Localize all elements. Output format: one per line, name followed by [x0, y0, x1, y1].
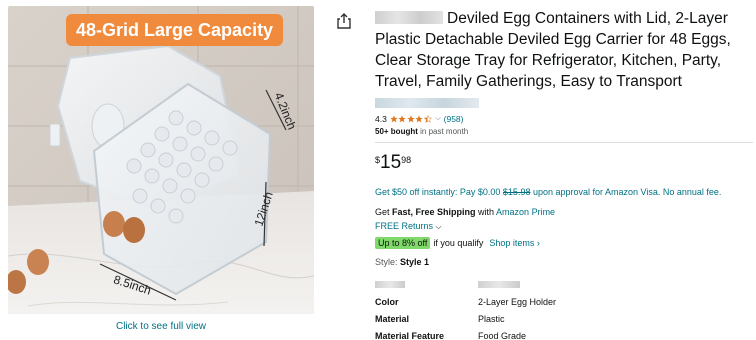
star-icon: [415, 114, 424, 122]
store-link-redacted[interactable]: [375, 98, 479, 108]
star-icon: [390, 114, 398, 122]
rating-value: 4.3: [375, 113, 387, 124]
style-label: Style:: [375, 257, 401, 267]
bought-period: in past month: [417, 127, 469, 136]
shipping-info: Get Fast, Free Shipping with Amazon Prim…: [375, 207, 753, 217]
amazon-prime-link[interactable]: Amazon Prime: [496, 207, 555, 217]
chevron-down-icon[interactable]: ⌵: [435, 115, 440, 123]
shop-items-link[interactable]: Shop items ›: [489, 238, 540, 248]
shipping-mid: with: [475, 207, 497, 217]
shipping-prefix: Get: [375, 207, 393, 217]
price: $ 15 98: [375, 153, 753, 175]
spec-value: 2-Layer Egg Holder: [478, 296, 557, 307]
star-icon: [398, 114, 407, 122]
visa-offer-strike-price: $15.98: [502, 187, 531, 197]
product-specs: Color 2-Layer Egg Holder Material Plasti…: [375, 276, 753, 340]
spec-value: Plastic: [478, 313, 505, 324]
rating-row: 4.3 ⌵ (958): [375, 112, 753, 125]
product-image[interactable]: 48-Grid Large Capacity 8.5inch 12inch 4.…: [8, 6, 314, 314]
product-title: Deviled Egg Containers with Lid, 2-Layer…: [375, 8, 753, 92]
capacity-banner: 48-Grid Large Capacity: [66, 14, 284, 46]
spec-key: Material Feature: [375, 330, 445, 340]
star-rating[interactable]: [390, 114, 433, 123]
spec-row: Color 2-Layer Egg Holder: [375, 293, 753, 310]
spec-key-redacted: [375, 280, 478, 290]
chevron-down-icon: ⌵: [435, 222, 442, 231]
spec-key: Material: [375, 313, 410, 324]
spec-key: Color: [375, 296, 399, 307]
discount-badge: Up to 8% off: [375, 237, 431, 249]
star-icon: [407, 114, 415, 122]
free-returns-label: FREE Returns: [375, 221, 434, 231]
spec-row: Material Plastic: [375, 310, 753, 327]
free-returns-link[interactable]: FREE Returns ⌵: [375, 221, 753, 232]
style-selector: Style: Style 1: [375, 257, 753, 267]
half-star-icon: [423, 114, 432, 123]
spec-row-redacted: [375, 276, 753, 293]
product-details: Deviled Egg Containers with Lid, 2-Layer…: [375, 8, 753, 340]
review-count-link[interactable]: (958): [444, 114, 464, 124]
full-view-link[interactable]: Click to see full view: [8, 321, 314, 332]
visa-offer-prefix: Get $50 off instantly: Pay $0.00: [375, 187, 503, 197]
bought-in-past-month: 50+ bought in past month: [375, 127, 753, 136]
spec-value: Food Grade: [478, 330, 527, 340]
price-whole: 15: [380, 152, 402, 173]
brand-name-redacted: [375, 11, 443, 24]
bought-count: 50+ bought: [375, 127, 418, 136]
promo-row: Up to 8% off if you qualify Shop items ›: [375, 237, 753, 249]
price-fraction: 98: [401, 155, 412, 165]
share-icon[interactable]: [336, 12, 352, 30]
visa-offer-link[interactable]: Get $50 off instantly: Pay $0.00 $15.98 …: [375, 187, 753, 197]
style-value: Style 1: [400, 257, 430, 267]
product-photo: [8, 6, 314, 314]
divider: [375, 142, 753, 143]
promo-text: if you qualify: [433, 238, 484, 248]
spec-value-redacted: [478, 280, 520, 290]
spec-row: Material Feature Food Grade: [375, 327, 753, 340]
visa-offer-suffix: upon approval for Amazon Visa. No annual…: [530, 187, 722, 197]
shipping-bold: Fast, Free Shipping: [392, 207, 476, 217]
